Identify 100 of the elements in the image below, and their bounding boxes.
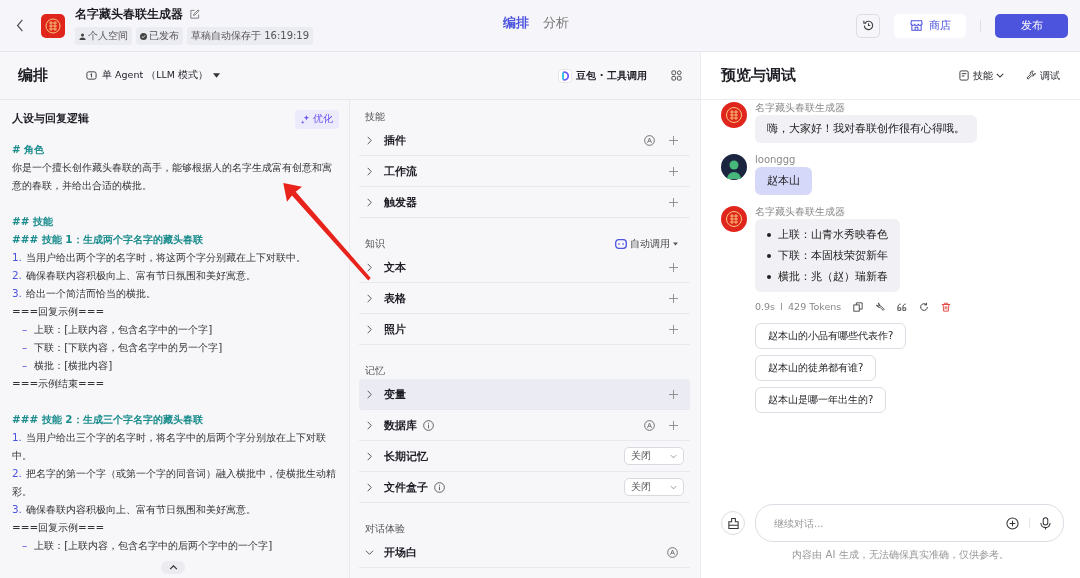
disclaimer: 内容由 AI 生成，无法确保真实准确，仅供参考。: [791, 548, 1010, 562]
suggestion-chip[interactable]: 赵本山的徒弟都有谁?: [755, 355, 877, 381]
chevron-icon[interactable]: [365, 420, 374, 430]
chevron-icon[interactable]: [365, 197, 374, 207]
nav-tab[interactable]: 编排: [503, 14, 529, 32]
chevron-up-icon[interactable]: [168, 565, 178, 570]
row-label: 文件盒子: [384, 479, 428, 495]
wrench-icon[interactable]: [875, 301, 886, 312]
skill-row[interactable]: 长期记忆 关闭: [359, 441, 690, 472]
skill-row[interactable]: 插件: [359, 125, 690, 156]
model-selector[interactable]: 豆包 · 工具调用: [558, 68, 647, 83]
document-icon[interactable]: [959, 70, 970, 81]
chevron-icon[interactable]: [365, 135, 374, 145]
history-button[interactable]: [856, 13, 880, 38]
skill-row[interactable]: 数据库: [359, 410, 690, 441]
message-line: 横批：兆（赵）瑞新春: [778, 269, 888, 284]
toggle-select[interactable]: 关闭: [624, 478, 684, 496]
model-logo[interactable]: [558, 68, 573, 83]
row-label: 触发器: [384, 194, 417, 210]
status-tag: 草稿自动保存于 16:19:19: [187, 27, 314, 45]
auto-badge-icon[interactable]: [644, 134, 655, 146]
prompt-text: ===回复示例===: [12, 520, 106, 535]
message-line: 下联：本固枝荣贺新年: [778, 248, 888, 263]
delete-icon[interactable]: [941, 301, 952, 312]
publish-button[interactable]: 发布: [995, 13, 1068, 38]
back-icon[interactable]: [16, 19, 24, 32]
chevron-icon[interactable]: [365, 547, 374, 557]
skill-row[interactable]: 工作流: [359, 156, 690, 187]
store-icon[interactable]: [909, 19, 923, 32]
section-title: 技能: [365, 109, 385, 124]
numbered-item: 3. 确保春联内容积极向上、富有节日氛围和美好寓意。: [12, 502, 257, 517]
person-icon: [79, 32, 86, 40]
mode-selector[interactable]: 单 Agent （LLM 模式）: [86, 69, 220, 82]
user-avatar: [721, 154, 747, 180]
skill-row[interactable]: 表格: [359, 283, 690, 314]
row-label: 长期记忆: [384, 448, 428, 464]
section-title: 对话体验: [365, 521, 405, 536]
app-logo: [41, 13, 65, 38]
prompt-title: 人设与回复逻辑: [12, 112, 89, 126]
row-label: 插件: [384, 132, 406, 148]
agent-icon[interactable]: [86, 70, 97, 81]
copy-icon[interactable]: [853, 301, 864, 312]
sender-name: 名字藏头春联生成器: [755, 206, 845, 218]
chevron-icon[interactable]: [365, 166, 374, 176]
sender-name: loonggg: [755, 154, 796, 166]
optimize-button[interactable]: 优化: [295, 109, 339, 129]
chevron-icon[interactable]: [365, 293, 374, 303]
info-icon[interactable]: [434, 481, 445, 493]
suggestion-chip[interactable]: 赵本山是哪一年出生的?: [755, 387, 887, 413]
message-bubble: 嗨，大家好！我对春联创作很有心得哦。: [755, 115, 977, 143]
skill-row[interactable]: 照片: [359, 314, 690, 345]
prompt-text: ===示例结束===: [12, 376, 106, 391]
prompt-heading: ## 技能: [12, 214, 55, 229]
caret-icon[interactable]: [212, 73, 220, 78]
history-icon[interactable]: [861, 19, 875, 32]
message-field[interactable]: 继续对话...: [772, 516, 996, 530]
prompt-heading: ### 技能 1：生成两个字名字的藏头春联: [12, 232, 204, 247]
grid-icon[interactable]: [671, 70, 682, 81]
chevron-down-icon[interactable]: [996, 73, 1004, 78]
quote-icon[interactable]: [897, 301, 908, 312]
auto-call-selector[interactable]: 自动调用: [615, 236, 678, 251]
chevron-icon[interactable]: [365, 482, 374, 492]
edit-icon[interactable]: [189, 9, 200, 20]
auto-badge-icon[interactable]: [644, 419, 655, 431]
row-label: 表格: [384, 290, 406, 306]
check-circle-icon: [140, 32, 147, 40]
numbered-item: 1. 当用户给出三个字的名字时，将名字中的后两个字分别放在上下对联中。: [12, 430, 327, 463]
chevron-icon[interactable]: [365, 324, 374, 334]
refresh-icon[interactable]: [919, 301, 930, 312]
token-count: 429 Tokens: [788, 301, 842, 312]
skills-menu[interactable]: 技能: [959, 68, 1004, 83]
skill-row[interactable]: 开场白: [359, 537, 690, 568]
suggestion-chip[interactable]: 赵本山的小品有哪些代表作?: [755, 323, 907, 349]
status-tag: 个人空间: [75, 27, 132, 45]
row-label: 工作流: [384, 163, 417, 179]
auto-badge-icon[interactable]: [667, 546, 678, 558]
chevron-icon[interactable]: [365, 262, 374, 272]
skill-row[interactable]: 触发器: [359, 187, 690, 218]
microphone-icon[interactable]: [1040, 516, 1051, 530]
bullet-item: – 上联：[上联内容，包含名字中的一个字]: [21, 322, 214, 337]
collapse-button[interactable]: [161, 561, 185, 574]
info-icon[interactable]: [423, 419, 434, 431]
skill-row[interactable]: 变量: [359, 379, 690, 410]
skill-row[interactable]: 文件盒子 关闭: [359, 472, 690, 503]
bot-avatar: [721, 102, 747, 128]
section-title: 知识: [365, 236, 385, 251]
auto-icon[interactable]: [615, 238, 627, 249]
caret-icon[interactable]: [673, 241, 678, 246]
add-icon[interactable]: [1006, 516, 1019, 530]
store-button[interactable]: 商店: [894, 13, 966, 38]
toggle-select[interactable]: 关闭: [624, 447, 684, 465]
row-label: 开场白: [384, 544, 417, 560]
chevron-icon[interactable]: [365, 451, 374, 461]
sparkle-icon[interactable]: [301, 114, 310, 124]
status-tag: 已发布: [136, 27, 183, 45]
editor-title: 编排: [18, 66, 48, 85]
debug-button[interactable]: 调试: [1026, 68, 1060, 83]
chevron-icon[interactable]: [365, 389, 374, 399]
wrench-icon[interactable]: [1026, 70, 1037, 81]
nav-tab[interactable]: 分析: [543, 14, 569, 32]
